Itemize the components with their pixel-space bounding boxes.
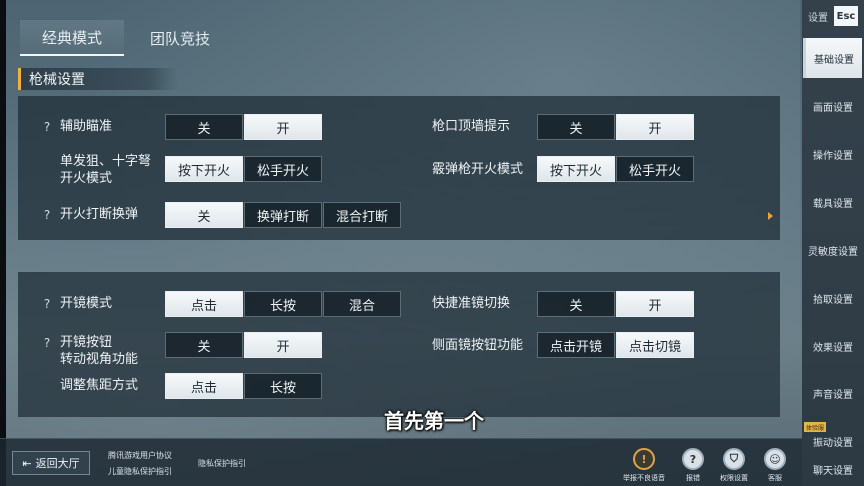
customer-service-label: 客服 <box>768 474 782 482</box>
sniper-press-fire-button[interactable]: 按下开火 <box>165 156 243 182</box>
help-icon[interactable]: ? <box>40 120 54 134</box>
quick-scope-off-button[interactable]: 关 <box>537 291 615 317</box>
setting-label: 单发狙、十字弩 开火模式 <box>60 154 152 186</box>
warning-icon: ! <box>633 448 655 470</box>
test-server-badge: 体验服 <box>804 422 826 432</box>
aim-assist-toggle: 关 开 <box>165 114 323 140</box>
mode-tabs: 经典模式 团队竞技 <box>20 20 232 58</box>
sidebar-item-chat[interactable]: 聊天设置 <box>802 462 864 486</box>
tab-classic-mode[interactable]: 经典模式 <box>20 20 124 56</box>
setting-label: 辅助瞄准 <box>60 119 113 134</box>
aim-assist-off-button[interactable]: 关 <box>165 114 243 140</box>
setting-label: 开镜模式 <box>60 296 113 311</box>
report-error-label: 报错 <box>686 474 700 482</box>
question-icon: ? <box>682 448 704 470</box>
setting-label: 枪口顶墙提示 <box>432 119 511 134</box>
fire-interrupt-off-button[interactable]: 关 <box>165 202 243 228</box>
setting-label: 开镜按钮 转动视角功能 <box>60 335 139 367</box>
setting-quick-scope-switch: 快捷准镜切换 <box>432 295 510 312</box>
left-letterbox <box>0 0 6 486</box>
setting-shotgun-fire-mode: 霰弹枪开火模式 <box>432 161 523 178</box>
setting-scope-mode: ? 开镜模式 <box>40 295 112 312</box>
setting-zoom-mode: 调整焦距方式 <box>60 377 138 394</box>
mouse-cursor-icon <box>768 212 773 220</box>
section-title-weapon-settings: 枪械设置 <box>18 68 178 90</box>
scope-tap-button[interactable]: 点击 <box>165 291 243 317</box>
setting-label: 快捷准镜切换 <box>432 296 511 311</box>
permission-settings-button[interactable]: ⛉ 权限设置 <box>714 448 754 483</box>
privacy-guide-link[interactable]: 隐私保护指引 <box>198 458 246 469</box>
scope-view-off-button[interactable]: 关 <box>165 332 243 358</box>
scope-view-on-button[interactable]: 开 <box>244 332 322 358</box>
scope-hold-button[interactable]: 长按 <box>244 291 322 317</box>
sidebar-item-pickup[interactable]: 拾取设置 <box>802 278 864 318</box>
report-voice-label: 举报不良语音 <box>623 474 665 482</box>
muzzle-wall-off-button[interactable]: 关 <box>537 114 615 140</box>
sidebar-item-basic[interactable]: 基础设置 <box>803 38 862 78</box>
sidebar-item-effects[interactable]: 效果设置 <box>802 326 864 366</box>
setting-fire-interrupt-reload: ? 开火打断换弹 <box>40 206 138 223</box>
scope-button-view-toggle: 关 开 <box>165 332 323 358</box>
return-lobby-label: 返回大厅 <box>35 457 80 470</box>
sidebar-item-sound[interactable]: 声音设置 <box>802 373 864 413</box>
setting-label: 开火打断换弹 <box>60 207 139 222</box>
help-icon[interactable]: ? <box>40 297 54 311</box>
setting-scope-button-view-rotate: ? 开镜按钮 转动视角功能 <box>40 334 138 368</box>
setting-label: 霰弹枪开火模式 <box>432 162 524 177</box>
sniper-fire-mode-toggle: 按下开火 松手开火 <box>165 156 323 182</box>
shotgun-fire-mode-toggle: 按下开火 松手开火 <box>537 156 695 182</box>
shotgun-release-fire-button[interactable]: 松手开火 <box>616 156 694 182</box>
sidebar-header: 设置 Esc <box>808 6 858 26</box>
permission-settings-label: 权限设置 <box>720 474 748 482</box>
shotgun-press-fire-button[interactable]: 按下开火 <box>537 156 615 182</box>
mixed-interrupt-button[interactable]: 混合打断 <box>323 202 401 228</box>
report-voice-button[interactable]: ! 举报不良语音 <box>623 448 665 483</box>
help-icon[interactable]: ? <box>40 336 54 350</box>
sidebar-item-graphics[interactable]: 画面设置 <box>802 86 864 126</box>
muzzle-wall-on-button[interactable]: 开 <box>616 114 694 140</box>
sidebar-item-sensitivity[interactable]: 灵敏度设置 <box>802 230 864 270</box>
sniper-release-fire-button[interactable]: 松手开火 <box>244 156 322 182</box>
sidebar-title: 设置 <box>808 12 828 24</box>
help-icon[interactable]: ? <box>40 208 54 222</box>
shield-icon: ⛉ <box>723 448 745 470</box>
scope-mixed-button[interactable]: 混合 <box>323 291 401 317</box>
child-privacy-link[interactable]: 儿童隐私保护指引 <box>108 466 172 477</box>
zoom-hold-button[interactable]: 长按 <box>244 373 322 399</box>
headset-icon: ☺ <box>764 448 786 470</box>
aim-assist-on-button[interactable]: 开 <box>244 114 322 140</box>
zoom-tap-button[interactable]: 点击 <box>165 373 243 399</box>
setting-aim-assist: ? 辅助瞄准 <box>40 118 112 135</box>
customer-service-button[interactable]: ☺ 客服 <box>755 448 795 483</box>
quick-scope-toggle: 关 开 <box>537 291 695 317</box>
report-error-button[interactable]: ? 报错 <box>673 448 713 483</box>
section-title-text: 枪械设置 <box>29 72 85 88</box>
exit-icon[interactable]: Esc <box>834 6 858 26</box>
reload-interrupt-button[interactable]: 换弹打断 <box>244 202 322 228</box>
setting-muzzle-wall: 枪口顶墙提示 <box>432 118 510 135</box>
tab-team-deathmatch[interactable]: 团队竞技 <box>128 20 232 56</box>
zoom-mode-toggle: 点击 长按 <box>165 373 323 399</box>
video-subtitle: 首先第一个 <box>384 409 484 433</box>
setting-label: 调整焦距方式 <box>60 378 139 393</box>
sidebar-item-controls[interactable]: 操作设置 <box>802 134 864 174</box>
side-scope-button-toggle: 点击开镜 点击切镜 <box>537 332 695 358</box>
user-agreement-link[interactable]: 腾讯游戏用户协议 <box>108 450 172 461</box>
scope-mode-toggle: 点击 长按 混合 <box>165 291 402 317</box>
sidebar-item-vehicle[interactable]: 载具设置 <box>802 182 864 222</box>
return-lobby-button[interactable]: ⇤ 返回大厅 <box>12 451 90 475</box>
setting-sniper-fire-mode: 单发狙、十字弩 开火模式 <box>60 153 151 187</box>
setting-label: 侧面镜按钮功能 <box>432 338 524 353</box>
muzzle-wall-toggle: 关 开 <box>537 114 695 140</box>
side-scope-tap-switch-button[interactable]: 点击切镜 <box>616 332 694 358</box>
exit-door-icon: ⇤ <box>22 456 32 470</box>
quick-scope-on-button[interactable]: 开 <box>616 291 694 317</box>
side-scope-tap-open-button[interactable]: 点击开镜 <box>537 332 615 358</box>
fire-interrupt-toggle: 关 换弹打断 混合打断 <box>165 202 402 228</box>
setting-side-scope-button: 侧面镜按钮功能 <box>432 337 523 354</box>
